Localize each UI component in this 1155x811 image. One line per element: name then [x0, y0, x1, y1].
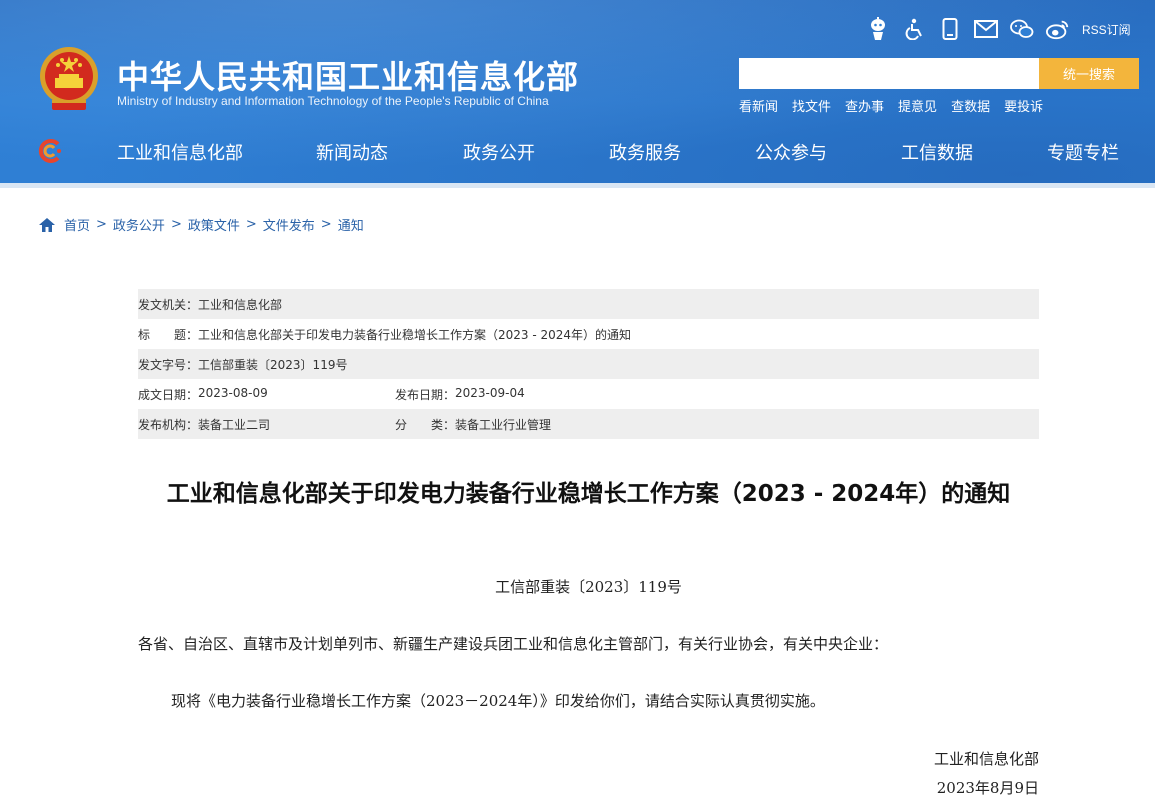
article-title: 工业和信息化部关于印发电力装备行业稳增长工作方案（2023 - 2024年）的通… [166, 481, 1011, 507]
breadcrumb-policy-docs[interactable]: 政策文件 [188, 215, 240, 234]
quick-link-services[interactable]: 查办事 [845, 96, 884, 115]
category-cell: 分 类： 装备工业行业管理 [395, 416, 551, 433]
breadcrumb-releases[interactable]: 文件发布 [263, 215, 315, 234]
quick-link-data[interactable]: 查数据 [951, 96, 990, 115]
nav-item-data[interactable]: 工信数据 [901, 139, 973, 165]
doc-no-label: 发文字号： [138, 357, 199, 372]
national-emblem-icon[interactable] [38, 46, 100, 112]
wechat-icon[interactable] [1010, 17, 1034, 41]
breadcrumb-notice[interactable]: 通知 [338, 215, 364, 234]
quick-links: 看新闻 找文件 查办事 提意见 查数据 要投诉 [739, 96, 1057, 115]
nav-item-gov-affairs[interactable]: 政务公开 [463, 139, 535, 165]
main-nav: 工业和信息化部 新闻动态 政务公开 政务服务 公众参与 工信数据 专题专栏 [0, 134, 1155, 168]
issuer-label: 发文机关： [138, 297, 199, 312]
site-subtitle: Ministry of Industry and Information Tec… [117, 94, 549, 108]
published-value: 2023-09-04 [455, 385, 525, 400]
nav-item-news[interactable]: 新闻动态 [316, 139, 388, 165]
miit-logo-icon[interactable] [36, 138, 64, 164]
org-value: 装备工业二司 [198, 417, 271, 432]
weibo-icon[interactable] [1046, 17, 1070, 41]
breadcrumb-separator: > [96, 217, 107, 232]
home-icon[interactable] [38, 217, 56, 233]
meta-row-dates: 成文日期： 2023-08-09 发布日期： 2023-09-04 [138, 379, 1039, 409]
doc-no-value: 工信部重装〔2023〕119号 [198, 357, 348, 372]
quick-link-news[interactable]: 看新闻 [739, 96, 778, 115]
mail-icon[interactable] [974, 17, 998, 41]
quick-link-files[interactable]: 找文件 [792, 96, 831, 115]
created-value: 2023-08-09 [198, 385, 268, 400]
search-button[interactable]: 统一搜索 [1039, 58, 1139, 89]
quick-link-feedback[interactable]: 提意见 [898, 96, 937, 115]
header-divider [0, 183, 1155, 188]
title-value: 工业和信息化部关于印发电力装备行业稳增长工作方案（2023 - 2024年）的通… [198, 327, 632, 342]
article-doc-number: 工信部重装〔2023〕119号 [495, 578, 682, 596]
category-value: 装备工业行业管理 [455, 417, 552, 432]
site-title: 中华人民共和国工业和信息化部 [117, 58, 580, 96]
article-body: 现将《电力装备行业稳增长工作方案（2023－2024年）》印发给你们，请结合实际… [171, 692, 825, 710]
breadcrumb-home[interactable]: 首页 [64, 215, 90, 234]
org-label: 发布机构： [138, 417, 199, 432]
created-label: 成文日期： [138, 387, 199, 402]
accessibility-icon[interactable] [902, 17, 926, 41]
robot-assistant-icon[interactable] [866, 17, 890, 41]
article-signer: 工业和信息化部 [933, 750, 1039, 768]
article-sign-date: 2023年8月9日 [936, 779, 1039, 797]
breadcrumb-separator: > [245, 217, 257, 232]
published-cell: 发布日期： 2023-09-04 [395, 386, 525, 403]
nav-item-participation[interactable]: 公众参与 [755, 139, 827, 165]
search-input[interactable] [739, 58, 1039, 89]
org-cell: 发布机构： 装备工业二司 [138, 416, 395, 433]
meta-row-issuer: 发文机关： 工业和信息化部 [138, 289, 1039, 319]
breadcrumb-separator: > [170, 217, 182, 232]
rss-link[interactable]: RSS订阅 [1082, 21, 1131, 38]
breadcrumb-separator: > [320, 217, 332, 232]
created-cell: 成文日期： 2023-08-09 [138, 386, 395, 403]
meta-row-org: 发布机构： 装备工业二司 分 类： 装备工业行业管理 [138, 409, 1039, 439]
meta-row-title: 标 题： 工业和信息化部关于印发电力装备行业稳增长工作方案（2023 - 202… [138, 319, 1039, 349]
meta-row-doc-no: 发文字号： 工信部重装〔2023〕119号 [138, 349, 1039, 379]
document-metadata: 发文机关： 工业和信息化部 标 题： 工业和信息化部关于印发电力装备行业稳增长工… [138, 289, 1039, 439]
article-addressees: 各省、自治区、直辖市及计划单列市、新疆生产建设兵团工业和信息化主管部门，有关行业… [138, 635, 889, 653]
breadcrumb: 首页 > 政务公开 > 政策文件 > 文件发布 > 通知 [38, 215, 364, 234]
issuer-value: 工业和信息化部 [198, 297, 283, 312]
mobile-icon[interactable] [938, 17, 962, 41]
published-label: 发布日期： [395, 387, 456, 402]
nav-item-topics[interactable]: 专题专栏 [1047, 139, 1119, 165]
category-label: 分 类： [395, 417, 456, 432]
toolbar-icons: RSS订阅 [866, 14, 1131, 44]
quick-link-complaint[interactable]: 要投诉 [1004, 96, 1043, 115]
title-label: 标 题： [138, 327, 199, 342]
nav-item-ministry[interactable]: 工业和信息化部 [117, 139, 243, 165]
site-header: 中华人民共和国工业和信息化部 Ministry of Industry and … [0, 0, 1155, 183]
breadcrumb-gov-affairs[interactable]: 政务公开 [113, 215, 165, 234]
nav-item-services[interactable]: 政务服务 [609, 139, 681, 165]
